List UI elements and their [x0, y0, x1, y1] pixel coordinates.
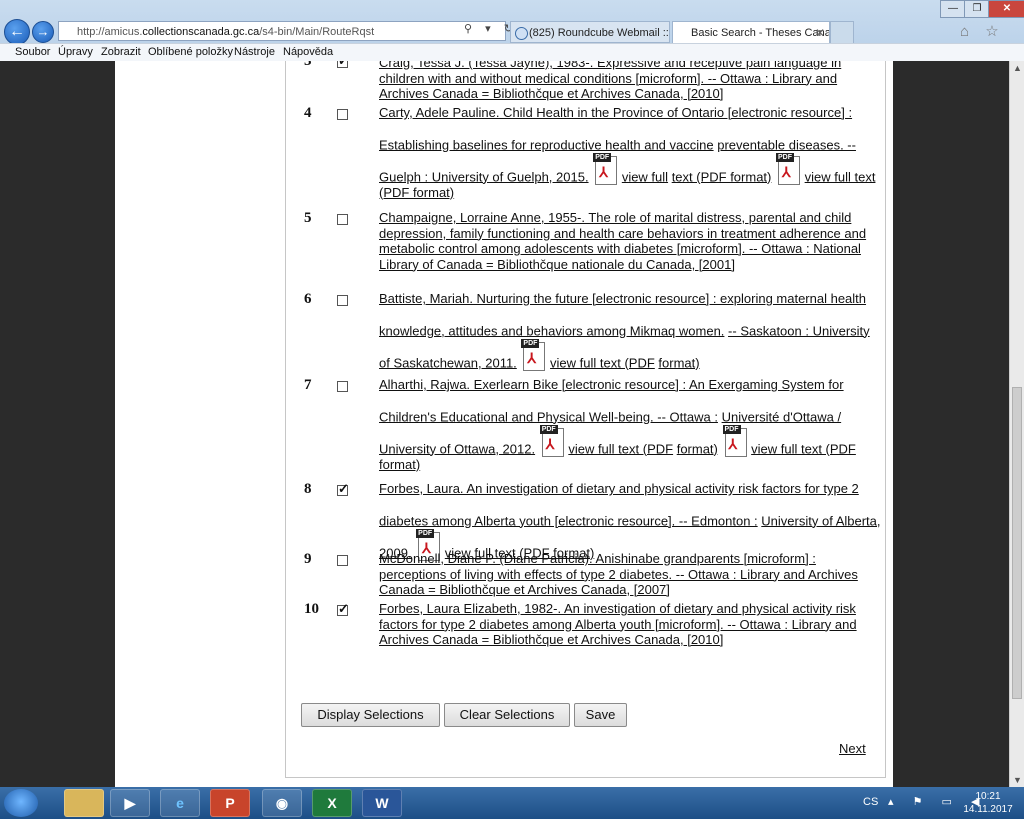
address-domain: collectionscanada.gc.ca — [142, 26, 260, 38]
result-number: 8 — [304, 481, 312, 497]
webmail-icon — [515, 27, 528, 40]
tab-roundcube[interactable]: (825) Roundcube Webmail :: Př... — [510, 21, 670, 43]
clock-date: 14.11.2017 — [963, 804, 1013, 815]
pdf-icon[interactable]: PDF ⅄ — [776, 152, 800, 185]
menu-upravy[interactable]: Úpravy — [58, 46, 93, 58]
view-full-text-link[interactable]: format) — [677, 441, 718, 456]
view-full-text-link[interactable]: text (PDF format) — [672, 169, 772, 184]
result-number: 5 — [304, 210, 312, 226]
display-selections-button[interactable]: Display Selections — [301, 703, 440, 727]
back-button[interactable]: ← — [4, 19, 30, 45]
minimize-button[interactable]: — — [940, 0, 966, 18]
view-full-text-link[interactable]: view full text (PDF — [568, 441, 673, 456]
result-entry: Carty, Adele Pauline. Child Health in th… — [379, 105, 881, 200]
scrollbar-thumb[interactable] — [1012, 387, 1022, 699]
result-number: 4 — [304, 105, 312, 121]
pdf-icon[interactable]: PDF ⅄ — [521, 338, 546, 371]
word-icon[interactable]: W — [362, 789, 402, 817]
address-path: /s4-bin/Main/RouteRqst — [259, 26, 375, 38]
address-bar[interactable]: http://amicus.collectionscanada.gc.ca/s4… — [58, 21, 506, 41]
result-checkbox[interactable] — [337, 381, 348, 392]
result-checkbox[interactable] — [337, 481, 349, 497]
clear-selections-button[interactable]: Clear Selections — [444, 703, 570, 727]
language-indicator[interactable]: CS — [863, 796, 878, 808]
pdf-icon[interactable]: PDF ⅄ — [593, 152, 618, 185]
maximize-button[interactable]: ❐ — [964, 0, 990, 18]
tab-basic-search[interactable]: Basic Search - Theses Cana... ✕ — [672, 21, 830, 43]
vertical-scrollbar[interactable]: ▲ ▼ — [1009, 61, 1024, 787]
pdf-icon[interactable]: PDF ⅄ — [539, 424, 564, 457]
view-full-text-link[interactable]: view full — [622, 169, 668, 184]
result-checkbox[interactable] — [337, 214, 348, 225]
result-link[interactable]: Forbes, Laura Elizabeth, 1982-. An inves… — [379, 601, 857, 647]
clock[interactable]: 10:21 14.11.2017 — [962, 790, 1014, 816]
menu-bar: Soubor Úpravy Zobrazit Oblíbené položky … — [0, 43, 1024, 62]
view-full-text-link[interactable]: view full text (PDF — [550, 355, 655, 370]
result-link[interactable]: Craig, Tessa J. (Tessa Jayne), 1983-. Ex… — [379, 61, 841, 101]
result-checkbox[interactable] — [337, 61, 349, 69]
result-checkbox[interactable] — [337, 555, 348, 566]
browser-chrome: ← → http://amicus.collectionscanada.gc.c… — [0, 0, 1024, 62]
result-entry: Alharthi, Rajwa. Exerlearn Bike [electro… — [379, 377, 881, 472]
close-tab-icon[interactable]: ✕ — [815, 22, 825, 43]
result-entry: Forbes, Laura Elizabeth, 1982-. An inves… — [379, 601, 881, 648]
result-link[interactable]: Champaigne, Lorraine Anne, 1955-. The ro… — [379, 210, 866, 272]
tab-label: (825) Roundcube Webmail :: Př... — [529, 27, 669, 39]
next-page-link[interactable]: Next — [839, 741, 866, 756]
forward-button[interactable]: → — [32, 21, 54, 43]
result-entry: McDonnell, Diane P. (Diane Patricia). An… — [379, 551, 881, 598]
nav-buttons: ← → — [2, 19, 58, 45]
results-list: 3 Craig, Tessa J. (Tessa Jayne), 1983-. … — [285, 61, 886, 778]
explorer-icon[interactable] — [64, 789, 104, 817]
chrome-icon[interactable]: ◉ — [262, 789, 302, 817]
result-checkbox[interactable] — [337, 601, 349, 617]
menu-napoveda[interactable]: Nápověda — [283, 46, 333, 58]
result-number: 6 — [304, 291, 312, 307]
excel-icon[interactable]: X — [312, 789, 352, 817]
result-entry: Champaigne, Lorraine Anne, 1955-. The ro… — [379, 210, 881, 272]
menu-nastroje[interactable]: Nástroje — [234, 46, 275, 58]
scroll-up-icon[interactable]: ▲ — [1013, 63, 1022, 73]
menu-oblibene[interactable]: Oblíbené položky — [148, 46, 233, 58]
result-entry: Forbes, Laura. An investigation of dieta… — [379, 481, 881, 561]
page-viewport: 3 Craig, Tessa J. (Tessa Jayne), 1983-. … — [0, 61, 1009, 787]
close-button[interactable]: ✕ — [988, 0, 1024, 18]
system-tray: CS ▴ ⚑ ▭ ◀ 10:21 14.11.2017 — [860, 787, 1024, 819]
result-number: 10 — [304, 601, 319, 617]
result-entry: Battiste, Mariah. Nurturing the future [… — [379, 291, 881, 371]
address-prefix: http://amicus. — [77, 26, 143, 38]
menu-soubor[interactable]: Soubor — [15, 46, 50, 58]
start-button[interactable] — [4, 789, 38, 817]
result-entry: Craig, Tessa J. (Tessa Jayne), 1983-. Ex… — [379, 61, 881, 102]
result-number: 7 — [304, 377, 312, 393]
taskbar: ▶ e P ◉ X W CS ▴ ⚑ ▭ ◀ 10:21 14.11.2017 — [0, 787, 1024, 819]
menu-zobrazit[interactable]: Zobrazit — [101, 46, 141, 58]
powerpoint-icon[interactable]: P — [210, 789, 250, 817]
result-link[interactable]: McDonnell, Diane P. (Diane Patricia). An… — [379, 551, 858, 597]
save-button[interactable]: Save — [574, 703, 627, 727]
result-checkbox[interactable] — [337, 295, 348, 306]
tab-label: Basic Search - Theses Cana... — [691, 27, 830, 39]
view-full-text-link[interactable]: format) — [658, 355, 699, 370]
pdf-icon[interactable]: PDF ⅄ — [722, 424, 747, 457]
result-checkbox[interactable] — [337, 109, 348, 120]
result-number: 3 — [304, 61, 312, 69]
clock-time: 10:21 — [975, 791, 1001, 802]
new-tab-button[interactable] — [830, 21, 854, 45]
result-number: 9 — [304, 551, 312, 567]
media-player-icon[interactable]: ▶ — [110, 789, 150, 817]
internet-explorer-icon[interactable]: e — [160, 789, 200, 817]
scroll-down-icon[interactable]: ▼ — [1013, 775, 1022, 785]
